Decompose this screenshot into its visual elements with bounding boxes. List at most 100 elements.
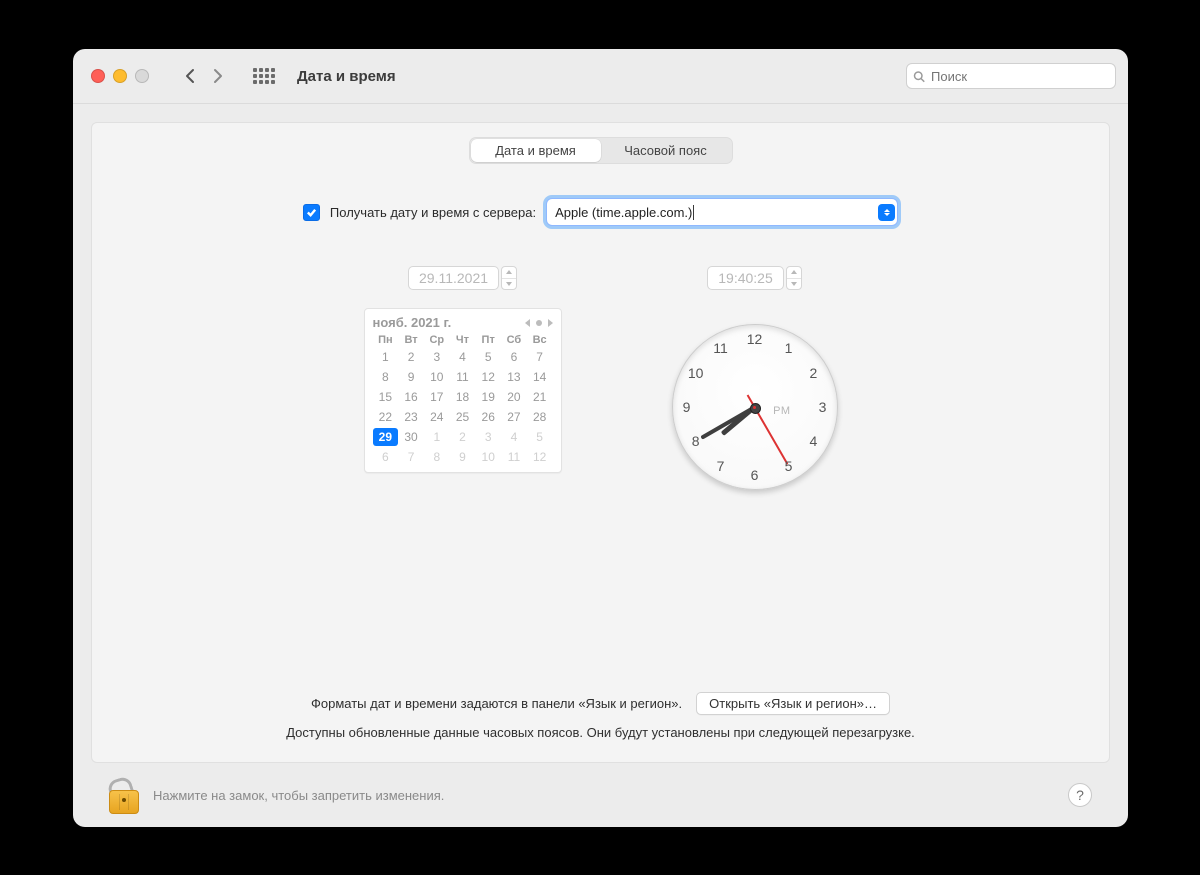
calendar-day: 27 xyxy=(501,408,527,426)
show-all-button[interactable] xyxy=(253,68,277,84)
forward-button xyxy=(205,64,231,88)
search-input[interactable] xyxy=(929,68,1109,85)
clock-number: 5 xyxy=(785,458,793,474)
calendar-dow: Пт xyxy=(475,334,501,346)
calendar-day: 26 xyxy=(475,408,501,426)
calendar-day: 21 xyxy=(527,388,553,406)
calendar-dow: Вс xyxy=(527,334,553,346)
calendar-day: 10 xyxy=(424,368,450,386)
window-controls xyxy=(91,69,149,83)
calendar-dow: Вт xyxy=(398,334,424,346)
date-step-up xyxy=(502,267,516,279)
calendar-day: 5 xyxy=(527,428,553,446)
preferences-window: Дата и время Дата и время Часовой пояс П… xyxy=(73,49,1128,827)
bottom-block: Форматы дат и времени задаются в панели … xyxy=(286,692,915,762)
dropdown-icon[interactable] xyxy=(878,204,895,221)
analog-clock-wrap: PM 121234567891011 xyxy=(672,324,838,490)
time-column: 19:40:25 PM 12123456789 xyxy=(672,266,838,490)
calendar-day: 9 xyxy=(398,368,424,386)
calendar-day: 6 xyxy=(501,348,527,366)
auto-time-checkbox[interactable] xyxy=(303,204,320,221)
back-button[interactable] xyxy=(177,64,203,88)
auto-time-row: Получать дату и время с сервера: Apple (… xyxy=(303,198,898,226)
calendar-prev xyxy=(525,319,530,327)
formats-row: Форматы дат и времени задаются в панели … xyxy=(311,692,890,715)
clock-number: 7 xyxy=(717,458,725,474)
minute-hand xyxy=(700,405,756,439)
nav-arrows xyxy=(177,64,231,88)
lock-text: Нажмите на замок, чтобы запретить измене… xyxy=(153,788,444,803)
calendar-day: 11 xyxy=(501,448,527,466)
calendar-day: 7 xyxy=(527,348,553,366)
formats-text: Форматы дат и времени задаются в панели … xyxy=(311,696,682,711)
calendar-day: 30 xyxy=(398,428,424,446)
calendar-day: 6 xyxy=(373,448,399,466)
calendar-dow: Сб xyxy=(501,334,527,346)
calendar-day: 12 xyxy=(475,368,501,386)
calendar-day: 5 xyxy=(475,348,501,366)
clock-number: 3 xyxy=(819,399,827,415)
calendar-dow: Пн xyxy=(373,334,399,346)
date-column: 29.11.2021 нояб. 2021 г. xyxy=(364,266,562,490)
titlebar: Дата и время xyxy=(73,49,1128,104)
clock-pin xyxy=(750,403,761,414)
calendar-day: 18 xyxy=(450,388,476,406)
calendar-day: 9 xyxy=(450,448,476,466)
tab-datetime[interactable]: Дата и время xyxy=(471,139,601,162)
clock-number: 6 xyxy=(751,467,759,483)
open-language-region-button[interactable]: Открыть «Язык и регион»… xyxy=(696,692,890,715)
chevron-left-icon xyxy=(185,68,195,84)
time-value: 19:40:25 xyxy=(707,266,784,290)
calendar-day: 20 xyxy=(501,388,527,406)
minimize-window-button[interactable] xyxy=(113,69,127,83)
content: Дата и время Часовой пояс Получать дату … xyxy=(73,104,1128,827)
tab-bar: Дата и время Часовой пояс xyxy=(469,137,733,164)
main-panel: Дата и время Часовой пояс Получать дату … xyxy=(91,122,1110,763)
analog-clock: PM 121234567891011 xyxy=(672,324,838,490)
search-field[interactable] xyxy=(906,63,1116,89)
calendar-nav xyxy=(525,319,553,327)
calendar-day: 19 xyxy=(475,388,501,406)
time-stepper-field: 19:40:25 xyxy=(707,266,802,290)
calendar-dow: Ср xyxy=(424,334,450,346)
calendar-day: 16 xyxy=(398,388,424,406)
tab-timezone[interactable]: Часовой пояс xyxy=(601,139,731,162)
footer: Нажмите на замок, чтобы запретить измене… xyxy=(91,763,1110,827)
chevron-right-icon xyxy=(213,68,223,84)
date-stepper-field: 29.11.2021 xyxy=(408,266,517,290)
date-value: 29.11.2021 xyxy=(408,266,499,290)
calendar-day: 12 xyxy=(527,448,553,466)
check-icon xyxy=(306,207,317,218)
calendar-dow: Чт xyxy=(450,334,476,346)
lock-body-icon xyxy=(109,790,139,814)
calendar-header: нояб. 2021 г. xyxy=(373,315,553,330)
time-step-down xyxy=(787,279,801,290)
tz-update-text: Доступны обновленные данные часовых пояс… xyxy=(286,725,915,740)
date-step-down xyxy=(502,279,516,290)
calendar-day: 8 xyxy=(424,448,450,466)
help-button[interactable]: ? xyxy=(1068,783,1092,807)
calendar-day: 29 xyxy=(373,428,399,446)
calendar-day: 7 xyxy=(398,448,424,466)
auto-time-label: Получать дату и время с сервера: xyxy=(330,205,536,220)
time-step-up xyxy=(787,267,801,279)
calendar-day: 28 xyxy=(527,408,553,426)
clock-number: 4 xyxy=(809,433,817,449)
clock-number: 1 xyxy=(785,340,793,356)
lock-button[interactable] xyxy=(109,776,139,814)
calendar-today xyxy=(536,320,542,326)
calendar-day: 1 xyxy=(373,348,399,366)
calendar-day: 22 xyxy=(373,408,399,426)
clock-number: 11 xyxy=(713,340,728,356)
calendar-day: 1 xyxy=(424,428,450,446)
window-title: Дата и время xyxy=(297,68,396,85)
zoom-window-button xyxy=(135,69,149,83)
calendar-day: 23 xyxy=(398,408,424,426)
time-server-value: Apple (time.apple.com.) xyxy=(555,205,692,220)
time-server-combo[interactable]: Apple (time.apple.com.) xyxy=(546,198,898,226)
calendar-day: 2 xyxy=(398,348,424,366)
time-stepper xyxy=(786,266,802,290)
date-stepper xyxy=(501,266,517,290)
close-window-button[interactable] xyxy=(91,69,105,83)
calendar-day: 10 xyxy=(475,448,501,466)
